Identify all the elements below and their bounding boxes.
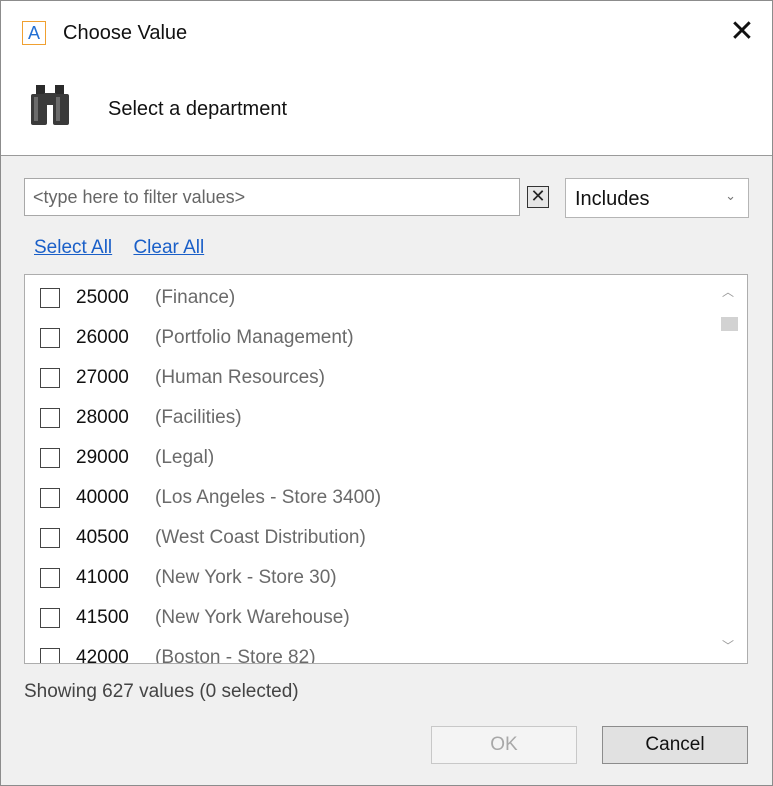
list-item[interactable]: 29000 (Legal) bbox=[25, 438, 711, 478]
item-description: (Los Angeles - Store 3400) bbox=[155, 487, 382, 508]
list-item[interactable]: 41500 (New York Warehouse) bbox=[25, 598, 711, 638]
item-checkbox[interactable] bbox=[40, 328, 60, 348]
item-checkbox[interactable] bbox=[40, 488, 60, 508]
list-item[interactable]: 26000 (Portfolio Management) bbox=[25, 318, 711, 358]
item-checkbox[interactable] bbox=[40, 608, 60, 628]
item-description: (Portfolio Management) bbox=[155, 327, 354, 348]
close-icon[interactable]: ✕ bbox=[723, 15, 761, 51]
list-item[interactable]: 27000 (Human Resources) bbox=[25, 358, 711, 398]
item-code: 28000 bbox=[76, 407, 129, 428]
select-all-link[interactable]: Select All bbox=[34, 237, 112, 258]
item-checkbox[interactable] bbox=[40, 568, 60, 588]
ok-button[interactable]: OK bbox=[431, 726, 577, 764]
item-code: 40500 bbox=[76, 527, 129, 548]
filter-mode-select[interactable]: Includes ⌄ bbox=[565, 178, 749, 218]
content-area: ✕ Includes ⌄ Select All Clear All 25000 (… bbox=[1, 156, 772, 785]
item-description: (Facilities) bbox=[155, 407, 242, 428]
item-description: (Finance) bbox=[155, 287, 236, 308]
item-code: 29000 bbox=[76, 447, 129, 468]
list-item[interactable]: 40500 (West Coast Distribution) bbox=[25, 518, 711, 558]
item-description: (Legal) bbox=[155, 447, 215, 468]
window-title: Choose Value bbox=[63, 22, 188, 44]
selection-links: Select All Clear All bbox=[34, 236, 220, 260]
scroll-thumb[interactable] bbox=[721, 317, 738, 331]
item-code: 27000 bbox=[76, 367, 129, 388]
list-item[interactable]: 28000 (Facilities) bbox=[25, 398, 711, 438]
scroll-up-icon[interactable]: ︿ bbox=[722, 283, 734, 300]
item-checkbox[interactable] bbox=[40, 528, 60, 548]
item-code: 25000 bbox=[76, 287, 129, 308]
scroll-down-icon[interactable]: ﹀ bbox=[722, 637, 734, 654]
values-list[interactable]: 25000 (Finance) 26000 (Portfolio Management… bbox=[24, 274, 748, 664]
list-item[interactable]: 41000 (New York - Store 30) bbox=[25, 558, 711, 598]
title-bar: A Choose Value ✕ bbox=[1, 1, 772, 65]
filter-input[interactable] bbox=[24, 178, 520, 216]
list-item[interactable]: 40000 (Los Angeles - Store 3400) bbox=[25, 478, 711, 518]
item-description: (West Coast Distribution) bbox=[155, 527, 366, 548]
item-code: 41000 bbox=[76, 567, 129, 588]
item-checkbox[interactable] bbox=[40, 408, 60, 428]
item-code: 42000 bbox=[76, 647, 129, 664]
choose-value-dialog: A Choose Value ✕ Select a department ✕ I… bbox=[0, 0, 773, 786]
cancel-button[interactable]: Cancel bbox=[602, 726, 748, 764]
binoculars-icon bbox=[31, 85, 69, 125]
clear-all-link[interactable]: Clear All bbox=[133, 237, 204, 258]
item-checkbox[interactable] bbox=[40, 368, 60, 388]
list-item[interactable]: 42000 (Boston - Store 82) bbox=[25, 638, 711, 664]
item-code: 41500 bbox=[76, 607, 129, 628]
item-description: (Boston - Store 82) bbox=[155, 647, 316, 664]
item-checkbox[interactable] bbox=[40, 288, 60, 308]
item-checkbox[interactable] bbox=[40, 648, 60, 663]
chevron-down-icon: ⌄ bbox=[725, 188, 736, 203]
list-item[interactable]: 25000 (Finance) bbox=[25, 278, 711, 318]
app-icon: A bbox=[22, 21, 46, 45]
clear-filter-button[interactable]: ✕ bbox=[527, 186, 549, 208]
item-description: (New York - Store 30) bbox=[155, 567, 337, 588]
header-band: Select a department bbox=[1, 65, 772, 156]
status-text: Showing 627 values (0 selected) bbox=[24, 681, 299, 702]
filter-mode-value: Includes bbox=[575, 188, 650, 210]
item-description: (New York Warehouse) bbox=[155, 607, 350, 628]
item-description: (Human Resources) bbox=[155, 367, 325, 388]
item-code: 40000 bbox=[76, 487, 129, 508]
item-code: 26000 bbox=[76, 327, 129, 348]
vertical-scrollbar[interactable]: ︿ ﹀ bbox=[711, 275, 747, 663]
item-checkbox[interactable] bbox=[40, 448, 60, 468]
prompt-text: Select a department bbox=[108, 98, 287, 120]
